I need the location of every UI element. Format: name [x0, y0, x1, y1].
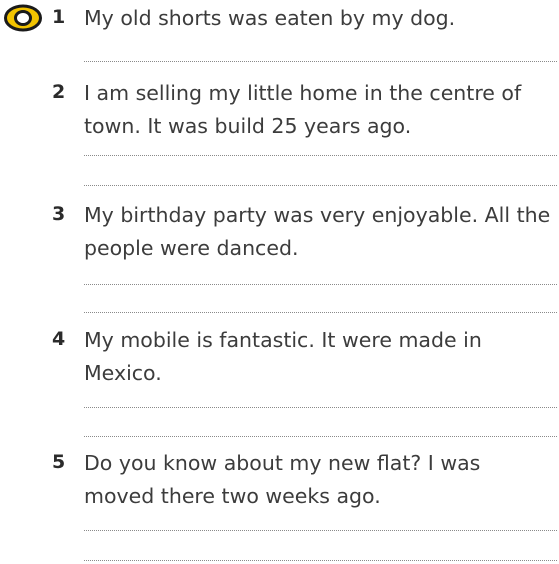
example-icon — [4, 4, 42, 32]
item-number: 5 — [52, 451, 66, 473]
answer-line[interactable] — [84, 530, 557, 531]
answer-line[interactable] — [84, 560, 557, 561]
item-sentence: My birthday party was very enjoyable. Al… — [84, 203, 551, 260]
item-number: 1 — [52, 6, 66, 28]
item-number: 4 — [52, 328, 66, 350]
answer-line[interactable] — [84, 436, 557, 437]
item-sentence: My mobile is fantastic. It were made in … — [84, 328, 482, 385]
answer-line[interactable] — [84, 155, 557, 156]
answer-line[interactable] — [84, 312, 557, 313]
item-number: 2 — [52, 81, 66, 103]
item-sentence: My old shorts was eaten by my dog. — [84, 6, 456, 30]
answer-line[interactable] — [84, 284, 557, 285]
answer-line[interactable] — [84, 185, 557, 186]
item-number: 3 — [52, 203, 66, 225]
answer-line[interactable] — [84, 61, 557, 62]
item-sentence: Do you know about my new flat? I was mov… — [84, 451, 481, 508]
answer-line[interactable] — [84, 407, 557, 408]
item-sentence: I am selling my little home in the centr… — [84, 81, 522, 138]
